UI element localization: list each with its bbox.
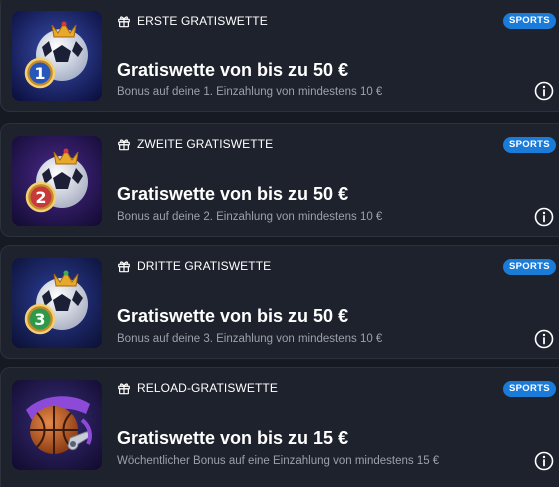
card-heading: RELOAD-GRATISWETTE bbox=[117, 381, 278, 395]
card-heading: ZWEITE GRATISWETTE bbox=[117, 137, 273, 151]
info-icon[interactable] bbox=[534, 451, 554, 471]
card-heading-label: RELOAD-GRATISWETTE bbox=[137, 381, 278, 395]
card-heading: DRITTE GRATISWETTE bbox=[117, 259, 271, 273]
bonus-card-reload-free-bet[interactable]: RELOAD-GRATISWETTE SPORTS Gratiswette vo… bbox=[0, 367, 559, 487]
offer-subtitle: Bonus auf deine 3. Einzahlung von mindes… bbox=[117, 333, 383, 345]
offer-title: Gratiswette von bis zu 50 € bbox=[117, 306, 349, 326]
gift-icon bbox=[117, 137, 131, 151]
offer-title: Gratiswette von bis zu 50 € bbox=[117, 184, 349, 204]
football-number-3-crown-image: 3 bbox=[12, 258, 102, 348]
offer-title: Gratiswette von bis zu 50 € bbox=[117, 60, 349, 80]
basketball-whistle-image bbox=[12, 380, 102, 470]
sports-badge: SPORTS bbox=[503, 259, 556, 275]
football-number-2-crown-image: 2 bbox=[12, 136, 102, 226]
card-heading-label: ERSTE GRATISWETTE bbox=[137, 14, 268, 28]
bonus-offer-list: 1 ERSTE GRATISWETTE SPORTS Gratiswette v… bbox=[0, 0, 559, 487]
svg-text:1: 1 bbox=[34, 64, 45, 83]
offer-subtitle: Wöchentlicher Bonus auf eine Einzahlung … bbox=[117, 455, 440, 467]
svg-text:3: 3 bbox=[34, 310, 45, 329]
bonus-card-third-free-bet[interactable]: 3 DRITTE GRATISWETTE SPORTS Gratiswette … bbox=[0, 245, 559, 359]
bonus-card-second-free-bet[interactable]: 2 ZWEITE GRATISWETTE SPORTS Gratiswette … bbox=[0, 123, 559, 237]
svg-text:2: 2 bbox=[35, 188, 46, 207]
card-heading: ERSTE GRATISWETTE bbox=[117, 14, 268, 28]
offer-subtitle: Bonus auf deine 2. Einzahlung von mindes… bbox=[117, 211, 383, 223]
sports-badge: SPORTS bbox=[503, 137, 556, 153]
sports-badge: SPORTS bbox=[503, 381, 556, 397]
info-icon[interactable] bbox=[534, 329, 554, 349]
gift-icon bbox=[117, 259, 131, 273]
card-heading-label: ZWEITE GRATISWETTE bbox=[137, 137, 274, 151]
gift-icon bbox=[117, 14, 131, 28]
offer-title: Gratiswette von bis zu 15 € bbox=[117, 428, 349, 448]
info-icon[interactable] bbox=[534, 207, 554, 227]
football-number-1-crown-image: 1 bbox=[12, 11, 102, 101]
info-icon[interactable] bbox=[534, 81, 554, 101]
gift-icon bbox=[117, 381, 131, 395]
sports-badge: SPORTS bbox=[503, 13, 556, 29]
card-heading-label: DRITTE GRATISWETTE bbox=[137, 259, 272, 273]
bonus-card-first-free-bet[interactable]: 1 ERSTE GRATISWETTE SPORTS Gratiswette v… bbox=[0, 0, 559, 112]
offer-subtitle: Bonus auf deine 1. Einzahlung von mindes… bbox=[117, 86, 383, 98]
